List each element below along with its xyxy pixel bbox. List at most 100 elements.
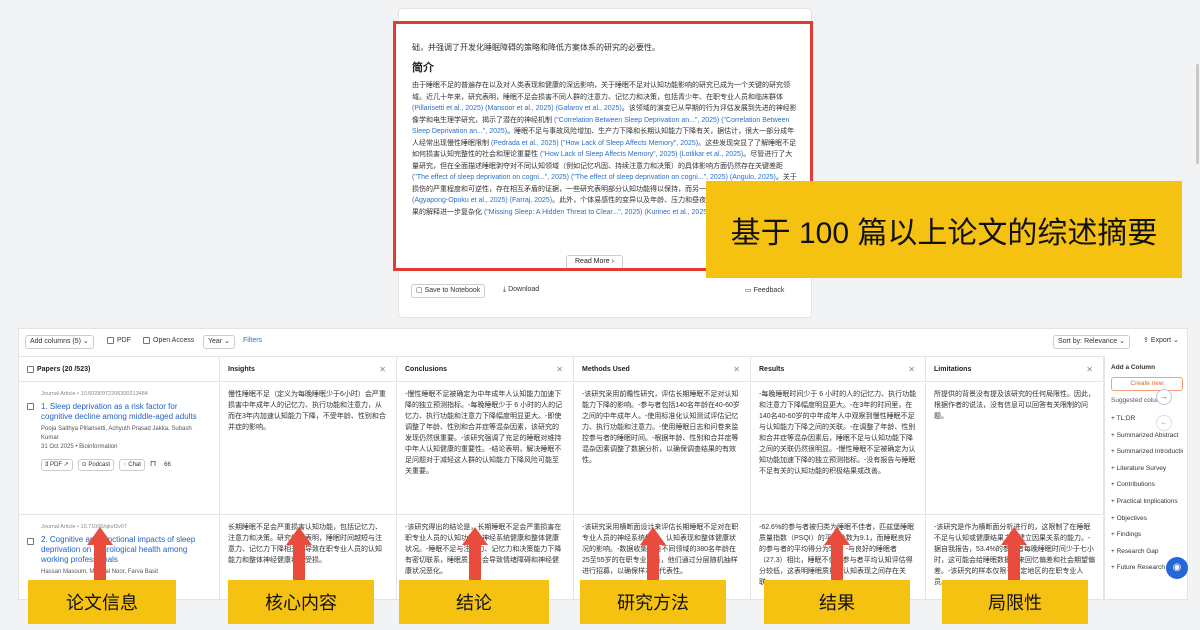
arrow-shaft — [647, 545, 659, 580]
checkbox-icon — [107, 336, 114, 344]
results-cell: -每晚睡眠时间少于 6 小时的人的记忆力、执行功能和注意力下降幅度明显更大。-在… — [751, 383, 926, 514]
paper-authors: Pooja Saithya Pillarisetti, Achyuth Pras… — [41, 426, 192, 441]
play-icon: ⊙ — [81, 462, 87, 468]
citation-link[interactable]: (Lotlikar et al., 2025) — [679, 151, 743, 158]
pdf-icon: 3 — [45, 462, 49, 468]
year-dropdown[interactable]: Year ⌄ — [203, 335, 235, 349]
arrow-shaft — [469, 545, 481, 580]
suggested-column-item[interactable]: + TL;DR — [1111, 411, 1183, 428]
citation-link[interactable]: (Angulo, 2025) — [730, 174, 776, 181]
citation-link[interactable]: ("Missing Sleep: A Hidden Threat to Clea… — [484, 209, 643, 216]
filters-link[interactable]: Filters — [243, 335, 262, 349]
citation-link[interactable]: (Mansoor et al., 2025) — [485, 105, 553, 112]
arrow-left-icon[interactable]: ← — [1156, 415, 1172, 431]
suggested-column-item[interactable]: + Findings — [1111, 527, 1183, 544]
chat-button[interactable]: ◌ Chat — [119, 459, 145, 471]
arrow-up-icon — [87, 527, 113, 545]
table-toolbar: Add columns (5) ⌄ PDF Open Access Year ⌄… — [19, 329, 1187, 355]
summary-heading: 简介 — [412, 62, 434, 74]
checkbox-icon[interactable] — [27, 365, 34, 373]
chevron-down-icon: ⌄ — [224, 338, 230, 345]
column-header-papers[interactable]: Papers (20 /523) — [19, 357, 220, 382]
citation-link[interactable]: (Kurinec et al., 2025) — [644, 209, 709, 216]
citation-link[interactable]: ("The effect of sleep deprivation on cog… — [412, 174, 569, 181]
paper-type: Journal Article • 10.71000/qkvf2v07 — [41, 524, 128, 530]
citation-link[interactable]: ("How Lack of Sleep Affects Memory", 202… — [561, 140, 699, 147]
bookmark-icon[interactable]: ⊓ — [150, 459, 156, 468]
export-button[interactable]: ⇪ Export ⌄ — [1143, 335, 1179, 349]
read-more-button[interactable]: Read More › — [566, 255, 623, 268]
summary-actions: ▢ Save to Notebook ⤓ Download ▭ Feedback — [411, 284, 801, 300]
close-icon[interactable]: ✕ — [1086, 357, 1093, 382]
feedback-icon: ▭ — [745, 287, 752, 294]
citation-link[interactable]: (Pillarisetti et al., 2025) — [412, 105, 483, 112]
citation-link[interactable]: (Farraj, 2025) — [510, 197, 552, 204]
page-scrollbar[interactable] — [1196, 64, 1199, 164]
limitations-cell: 所提供的背景没有提及该研究的任何局限性。因此，根据作者的说法，没有信息可以回答有… — [926, 383, 1104, 514]
suggested-columns-list: + TL;DR + Summarized Abstract + Summarized… — [1111, 411, 1183, 577]
citation-link[interactable]: ("How Lack of Sleep Affects Memory", 202… — [540, 151, 678, 158]
podcast-button[interactable]: ⊙ Podcast — [77, 459, 115, 471]
arrow-up-icon — [462, 527, 488, 545]
citation-link[interactable]: (Pedrada et al., 2025) — [491, 140, 559, 147]
sort-dropdown[interactable]: Sort by: Relevance ⌄ — [1053, 335, 1130, 349]
suggested-column-item[interactable]: + Literature Survey — [1111, 461, 1183, 478]
arrow-shaft — [94, 545, 106, 580]
feedback-button[interactable]: ▭ Feedback — [745, 286, 784, 294]
column-header-results[interactable]: Results ✕ — [751, 357, 926, 382]
column-header-insights[interactable]: Insights ✕ — [220, 357, 397, 382]
save-to-notebook-button[interactable]: ▢ Save to Notebook — [411, 284, 486, 298]
arrow-up-icon — [1001, 527, 1027, 545]
arrow-right-icon[interactable]: → — [1156, 389, 1172, 405]
column-header-methods[interactable]: Methods Used ✕ — [574, 357, 751, 382]
paper-date: 31 Oct 2025 • Bioinformation — [41, 444, 118, 450]
methods-cell: -该研究采用前瞻性研究，评估长期睡眠不足对认知能力下降的影响。-参与者包括140… — [574, 383, 751, 514]
suggested-column-item[interactable]: + Summarized Introduction — [1111, 444, 1183, 461]
paper-authors: Hassan Masoum, Mishaal Noor, Farva Basit — [41, 569, 159, 575]
arrow-shaft — [831, 545, 843, 580]
close-icon[interactable]: ✕ — [908, 357, 915, 382]
column-header-limitations[interactable]: Limitations ✕ — [926, 357, 1104, 382]
table-header: Papers (20 /523) Insights ✕ Conclusions ✕ … — [19, 356, 1104, 382]
citation-link[interactable]: ("Correlation Between Sleep Deprivation … — [554, 117, 719, 124]
paper-title-link[interactable]: 1. Sleep deprivation as a risk factor fo… — [41, 402, 211, 422]
paper-actions: 3 PDF ↗ ⊙ Podcast ◌ Chat ⊓ 66 — [41, 458, 211, 471]
chevron-down-icon: ⌄ — [1173, 337, 1179, 344]
add-columns-dropdown[interactable]: Add columns (5) ⌄ — [25, 335, 94, 349]
chevron-down-icon: ⌄ — [82, 338, 89, 345]
paper-title-link[interactable]: 2. Cognitive and functional impacts of s… — [41, 535, 211, 565]
paper-type: Journal Article • 10.6028/97220630021348… — [41, 391, 148, 397]
download-button[interactable]: ⤓ Download — [503, 286, 539, 294]
column-header-conclusions[interactable]: Conclusions ✕ — [397, 357, 574, 382]
citation-link[interactable]: (Gafarov et al., 2025) — [556, 105, 622, 112]
pdf-button[interactable]: 3 PDF ↗ — [41, 459, 73, 471]
citation-link[interactable]: (Agyapong-Opoku et al., 2025) — [412, 197, 508, 204]
suggested-column-item[interactable]: + Objectives — [1111, 511, 1183, 528]
suggested-column-item[interactable]: + Contributions — [1111, 477, 1183, 494]
arrow-shaft — [1008, 545, 1020, 580]
chevron-right-icon: › — [611, 258, 614, 265]
summary-banner: 基于 100 篇以上论文的综述摘要 — [706, 181, 1182, 278]
paper-cell: Journal Article • 10.6028/97220630021348… — [19, 383, 220, 514]
checkbox-icon — [143, 336, 150, 344]
add-column-title: Add a Column — [1111, 364, 1156, 371]
label-paper-info: 论文信息 — [28, 580, 176, 624]
notebook-icon: ▢ — [416, 287, 423, 294]
label-core-content: 核心内容 — [228, 580, 374, 624]
create-column-button[interactable]: Create new — [1111, 377, 1183, 391]
table-row: Journal Article • 10.6028/97220630021348… — [19, 383, 1104, 515]
suggested-column-item[interactable]: + Summarized Abstract — [1111, 428, 1183, 445]
pdf-filter-checkbox[interactable]: PDF — [107, 335, 131, 349]
summary-text: 由于睡眠不足的普遍存在以及对人类表现和健康的深远影响，关于睡眠不足对认知功能影响… — [412, 82, 790, 101]
close-icon[interactable]: ✕ — [379, 357, 386, 382]
close-icon[interactable]: ✕ — [733, 357, 740, 382]
close-icon[interactable]: ✕ — [556, 357, 563, 382]
download-icon: ⤓ — [503, 286, 507, 293]
suggested-column-item[interactable]: + Practical Implications — [1111, 494, 1183, 511]
assistant-avatar-icon[interactable]: ◉ — [1166, 557, 1188, 579]
label-results: 结果 — [764, 580, 910, 624]
citation-link[interactable]: ("The effect of sleep deprivation on cog… — [571, 174, 728, 181]
arrow-up-icon — [640, 527, 666, 545]
chevron-down-icon: ⌄ — [1119, 338, 1125, 345]
open-access-checkbox[interactable]: Open Access — [143, 335, 194, 349]
